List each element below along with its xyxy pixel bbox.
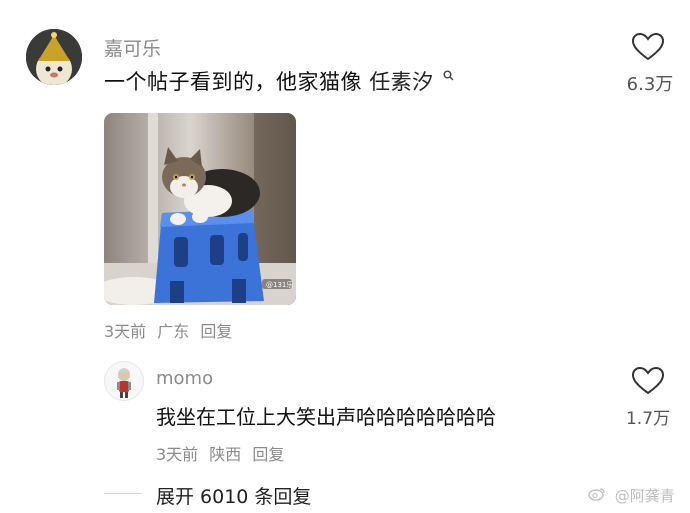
image-watermark: @131乐 [266, 280, 293, 289]
like-button-reply[interactable] [631, 366, 665, 396]
comment-text: 一个帖子看到的，他家猫像 [104, 70, 362, 94]
username-main[interactable]: 嘉可乐 [104, 34, 161, 61]
expand-replies-button[interactable]: 展开 6010 条回复 [156, 482, 311, 509]
heart-outline-icon [631, 366, 665, 395]
comment-location: 广东 [157, 322, 190, 341]
reply-button-main[interactable]: 回复 [200, 322, 232, 341]
username-reply[interactable]: momo [156, 368, 213, 389]
like-count-main: 6.3万 [626, 74, 674, 95]
avatar-main-image [26, 29, 82, 85]
avatar-reply[interactable] [104, 361, 144, 401]
comment-meta-reply: 3天前 陕西 回复 [156, 441, 290, 465]
reply-location: 陕西 [209, 445, 242, 464]
comment-image[interactable]: @131乐 [104, 113, 296, 305]
reply-button-reply[interactable]: 回复 [252, 445, 284, 464]
comment-text-main: 一个帖子看到的，他家猫像 任素汐 [104, 66, 454, 96]
like-count-reply: 1.7万 [625, 409, 671, 429]
expand-divider [104, 493, 142, 494]
heart-outline-icon [631, 32, 665, 61]
comment-date: 3天前 [104, 322, 147, 341]
weibo-logo-icon [588, 487, 611, 505]
comment-meta-main: 3天前 广东 回复 [104, 318, 238, 342]
avatar-main[interactable] [26, 29, 82, 85]
reply-date: 3天前 [156, 445, 199, 464]
like-button-main[interactable] [631, 32, 665, 62]
comment-text-reply: 我坐在工位上大笑出声哈哈哈哈哈哈哈 [156, 405, 496, 429]
avatar-reply-image [105, 362, 143, 400]
search-link-mention[interactable]: 任素汐 [369, 70, 434, 94]
watermark-text: @阿龚青 [614, 487, 675, 505]
search-icon[interactable] [443, 70, 454, 84]
weibo-watermark: @阿龚青 [588, 485, 675, 506]
cat-photo: @131乐 [104, 113, 296, 305]
